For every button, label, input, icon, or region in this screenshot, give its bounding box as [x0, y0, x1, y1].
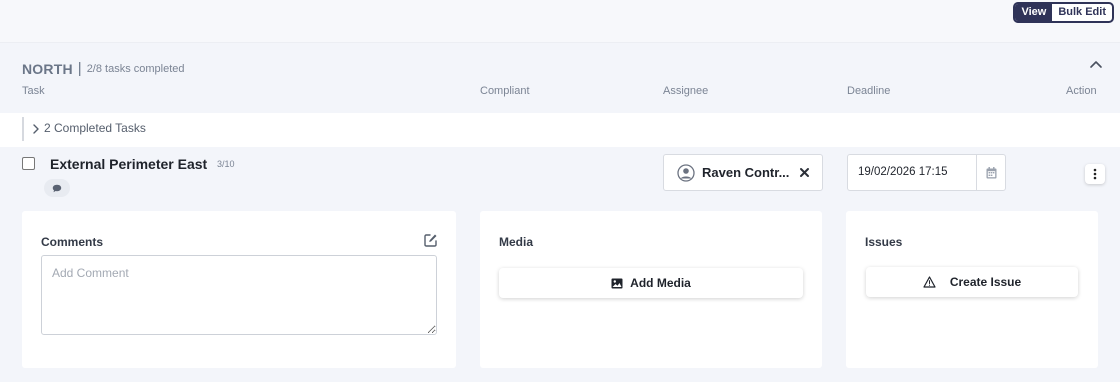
comments-card: Comments [22, 211, 456, 368]
section-title: NORTH [22, 60, 73, 77]
completed-tasks-label[interactable]: 2 Completed Tasks [44, 121, 146, 135]
edit-icon[interactable] [424, 233, 438, 247]
chevron-right-icon [33, 124, 39, 134]
section-separator: | [77, 60, 82, 77]
comment-badge[interactable] [44, 179, 70, 197]
task-item-count: 3/10 [217, 159, 235, 169]
add-media-label: Add Media [630, 276, 691, 290]
comments-title: Comments [41, 235, 104, 249]
view-mode-toggle: View Bulk Edit [1013, 2, 1114, 23]
column-header-compliant: Compliant [480, 85, 530, 97]
close-icon[interactable] [798, 166, 811, 179]
deadline-value[interactable]: 19/02/2026 17:15 [848, 155, 977, 190]
column-header-assignee: Assignee [663, 85, 709, 97]
assignee-select[interactable]: Raven Contr... [663, 154, 823, 191]
image-icon [611, 278, 623, 288]
task-checkbox[interactable] [22, 157, 35, 170]
assignee-name: Raven Contr... [702, 165, 790, 180]
user-avatar-icon [677, 163, 695, 182]
section-panel: NORTH | 2/8 tasks completed Task Complia… [0, 42, 1120, 382]
chevron-up-icon[interactable] [1088, 57, 1104, 73]
column-header-task: Task [22, 85, 45, 97]
task-row: External Perimeter East 3/10 Raven Contr… [0, 147, 1120, 211]
comment-icon [52, 184, 62, 192]
create-issue-label: Create Issue [949, 275, 1022, 289]
completed-tasks-bar [22, 117, 24, 141]
section-progress: 2/8 tasks completed [86, 62, 185, 75]
comment-input[interactable] [41, 255, 437, 335]
completed-tasks-toggle[interactable]: 2 Completed Tasks [0, 113, 1120, 147]
column-header-action: Action [1066, 85, 1097, 97]
column-header-deadline: Deadline [847, 85, 891, 97]
deadline-field[interactable]: 19/02/2026 17:15 [847, 154, 1006, 191]
kebab-menu-icon [1093, 168, 1097, 180]
media-card: Media Add Media [480, 211, 822, 368]
issues-title: Issues [865, 235, 903, 249]
section-header: NORTH | 2/8 tasks completed [22, 60, 185, 77]
task-name[interactable]: External Perimeter East [50, 156, 207, 172]
add-media-button[interactable]: Add Media [499, 268, 803, 298]
calendar-button[interactable] [977, 155, 1005, 190]
warning-icon [923, 276, 936, 288]
create-issue-button[interactable]: Create Issue [866, 267, 1078, 297]
calendar-icon [986, 166, 996, 178]
task-actions-button[interactable] [1085, 164, 1105, 184]
bulk-edit-mode-button[interactable]: Bulk Edit [1052, 4, 1112, 21]
issues-card: Issues Create Issue [846, 211, 1098, 368]
media-title: Media [499, 235, 534, 249]
view-mode-button[interactable]: View [1015, 4, 1053, 21]
